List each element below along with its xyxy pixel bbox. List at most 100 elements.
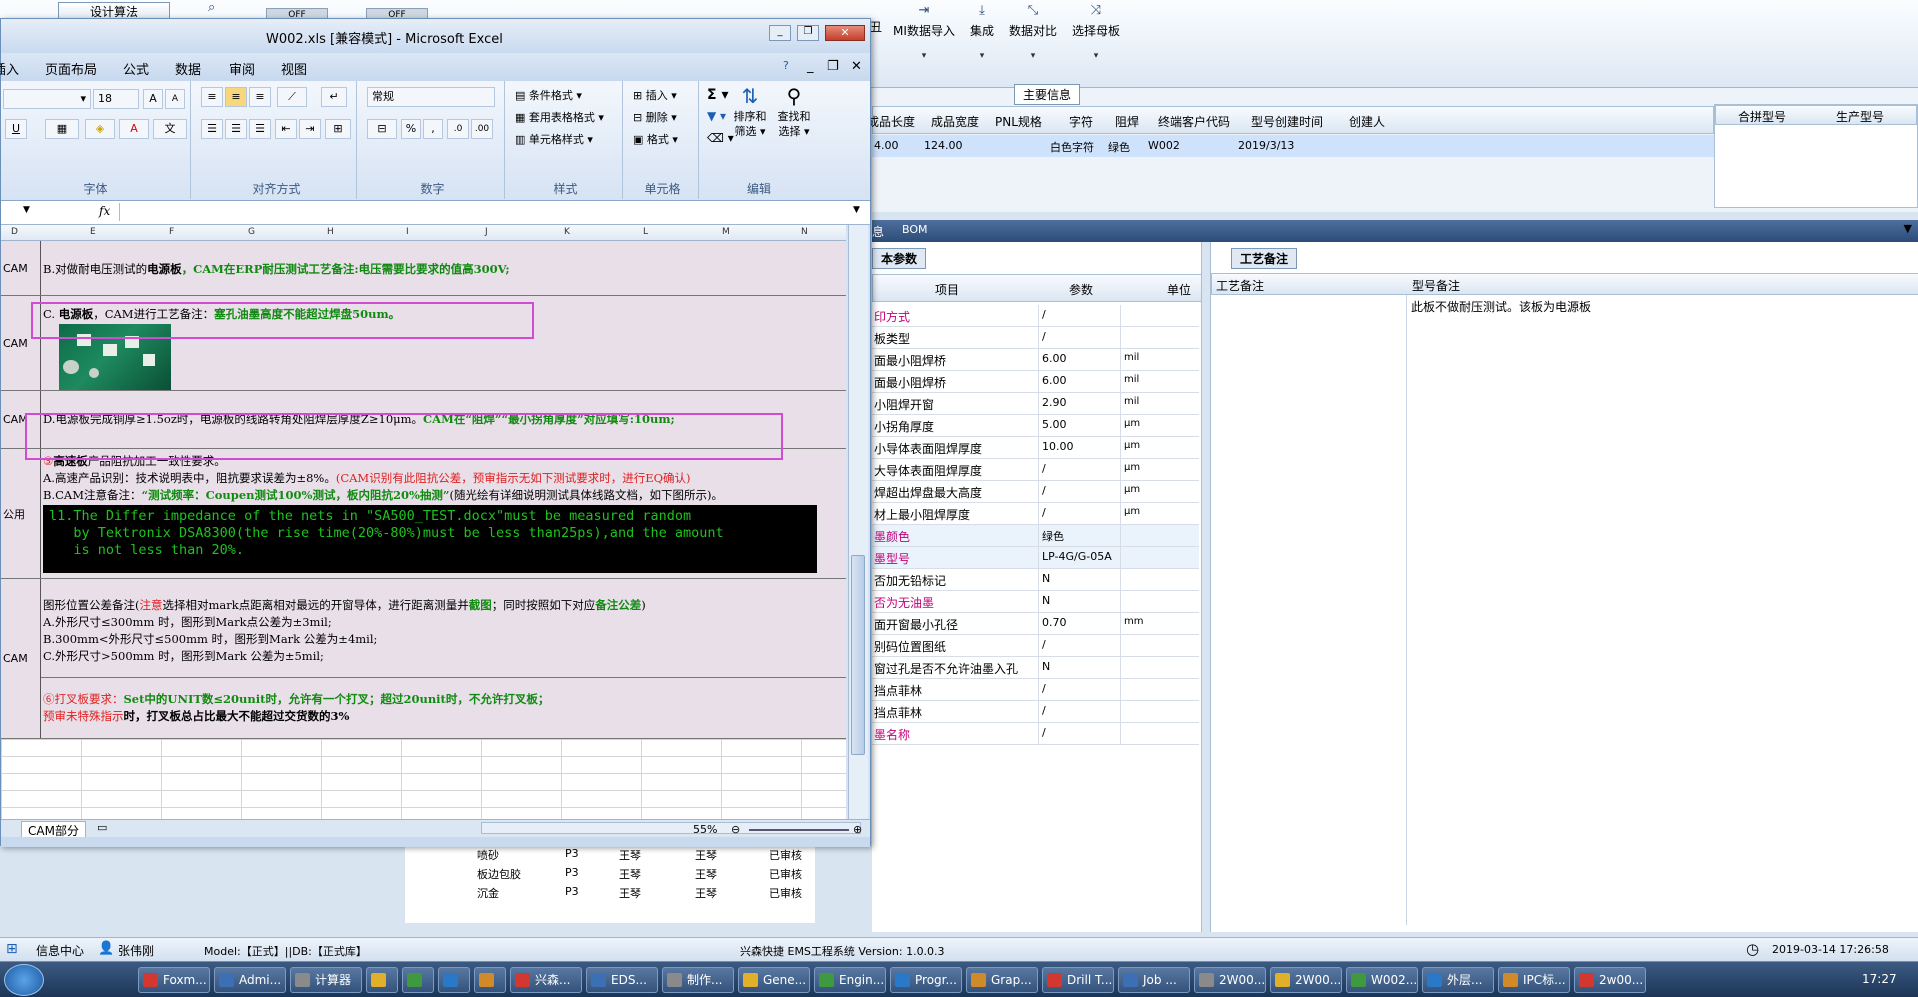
taskbar-item[interactable] bbox=[366, 967, 398, 993]
phonetic-icon[interactable]: 文 bbox=[153, 119, 187, 139]
column-header[interactable]: M bbox=[722, 227, 730, 237]
list-item[interactable]: 沉金 P3 王琴 王琴 已审核 bbox=[405, 883, 815, 901]
new-sheet-icon[interactable]: ▭ bbox=[97, 821, 107, 834]
param-value[interactable]: / bbox=[1042, 704, 1046, 717]
column-header[interactable]: J bbox=[485, 227, 488, 237]
column-header[interactable]: F bbox=[169, 227, 174, 237]
increase-decimal-icon[interactable]: .0 bbox=[447, 119, 469, 139]
fill-icon[interactable]: ▼ ▾ bbox=[707, 109, 726, 123]
param-value[interactable]: / bbox=[1042, 682, 1046, 695]
minimize-icon[interactable]: _ bbox=[769, 25, 791, 41]
param-row[interactable]: 墨颜色 绿色 bbox=[872, 525, 1199, 547]
number-format-box[interactable]: 常规 bbox=[367, 87, 495, 107]
collapse-arrow-icon[interactable]: ▼ bbox=[1904, 222, 1912, 235]
find-select-button[interactable]: ⚲ 查找和 选择 ▾ bbox=[773, 83, 815, 139]
menu-page-layout[interactable]: 页面布局 bbox=[45, 59, 97, 78]
column-header[interactable]: D bbox=[11, 227, 18, 237]
sheet-row-5[interactable]: CAM 图形位置公差备注(注意选择相对mark点距离相对最远的开窗导体，进行距离… bbox=[1, 579, 846, 739]
integrate-button[interactable]: ⤓ 集成 ▾ bbox=[964, 4, 1000, 62]
conditional-format-button[interactable]: ▤ 条件格式 ▾ bbox=[515, 87, 582, 103]
list-item[interactable]: 喷砂 P3 王琴 王琴 已审核 bbox=[405, 845, 815, 863]
taskbar-item[interactable]: Grap... bbox=[966, 967, 1038, 993]
menu-formulas[interactable]: 公式 bbox=[123, 59, 149, 78]
data-compare-button[interactable]: ⤡ 数据对比 ▾ bbox=[1008, 4, 1058, 62]
ribbon-close-icon[interactable]: ✕ bbox=[851, 59, 862, 74]
basic-params-tab[interactable]: 本参数 bbox=[872, 248, 927, 269]
param-row[interactable]: 印方式 / bbox=[872, 305, 1199, 327]
align-right-icon[interactable]: ☰ bbox=[249, 119, 271, 139]
process-notes-tab[interactable]: 工艺备注 bbox=[1231, 248, 1298, 269]
ribbon-minimize-icon[interactable]: _ bbox=[807, 59, 814, 74]
param-value[interactable]: / bbox=[1042, 638, 1046, 651]
model-note-text[interactable]: 此板不做耐压测试。该板为电源板 bbox=[1411, 298, 1591, 315]
taskbar-item[interactable]: EDS... bbox=[586, 967, 658, 993]
align-center-icon[interactable]: ☰ bbox=[225, 119, 247, 139]
align-middle-icon[interactable]: ≡ bbox=[225, 87, 247, 107]
help-icon[interactable]: ? bbox=[783, 59, 789, 72]
cell-style-button[interactable]: ▥ 单元格样式 ▾ bbox=[515, 131, 593, 147]
merge-center-icon[interactable]: ⊞ bbox=[325, 119, 351, 139]
param-row[interactable]: 小拐角厚度 5.00 μm bbox=[872, 415, 1199, 437]
param-value[interactable]: / bbox=[1042, 506, 1046, 519]
horizontal-scrollbar[interactable] bbox=[481, 822, 861, 834]
param-row[interactable]: 窗过孔是否不允许油墨入孔 N bbox=[872, 657, 1199, 679]
param-row[interactable]: 小阻焊开窗 2.90 mil bbox=[872, 393, 1199, 415]
taskbar-item[interactable] bbox=[474, 967, 506, 993]
param-row[interactable]: 小导体表面阻焊厚度 10.00 μm bbox=[872, 437, 1199, 459]
scroll-thumb[interactable] bbox=[851, 555, 865, 755]
param-row[interactable]: 面开窗最小孔径 0.70 mm bbox=[872, 613, 1199, 635]
column-header[interactable]: I bbox=[406, 227, 409, 237]
comma-icon[interactable]: , bbox=[423, 119, 443, 139]
percent-icon[interactable]: % bbox=[401, 119, 421, 139]
taskbar-item[interactable]: 2W00... bbox=[1270, 967, 1342, 993]
mi-import-button[interactable]: ⇥ MI数据导入 ▾ bbox=[893, 4, 955, 62]
start-button[interactable] bbox=[4, 964, 44, 996]
font-color-icon[interactable]: A bbox=[119, 119, 149, 139]
format-cells-button[interactable]: ▣ 格式 ▾ bbox=[633, 131, 678, 147]
align-bottom-icon[interactable]: ≡ bbox=[249, 87, 271, 107]
zoom-out-icon[interactable]: ⊖ bbox=[731, 823, 740, 836]
param-row[interactable]: 面最小阻焊桥 6.00 mil bbox=[872, 371, 1199, 393]
search-icon[interactable]: ⌕ bbox=[208, 0, 215, 15]
insert-cells-button[interactable]: ⊞ 插入 ▾ bbox=[633, 87, 677, 103]
sheet-row-1[interactable]: CAM B.对做耐电压测试的电源板，CAM在ERP耐压测试工艺备注:电压需要比要… bbox=[1, 241, 846, 296]
taskbar-item[interactable]: 2W00... bbox=[1194, 967, 1266, 993]
zoom-level[interactable]: 55% bbox=[693, 823, 717, 836]
taskbar-item[interactable]: Gene... bbox=[738, 967, 810, 993]
tab-bom[interactable]: BOM bbox=[902, 223, 928, 236]
taskbar-item[interactable]: Engin... bbox=[814, 967, 886, 993]
ribbon-restore-icon[interactable]: ❐ bbox=[827, 59, 839, 74]
param-value[interactable]: / bbox=[1042, 308, 1046, 321]
taskbar-item[interactable]: W002... bbox=[1346, 967, 1418, 993]
fx-button[interactable]: fx bbox=[99, 204, 110, 218]
close-icon[interactable]: ✕ bbox=[825, 25, 865, 41]
decrease-decimal-icon[interactable]: .00 bbox=[471, 119, 493, 139]
param-value[interactable]: 6.00 bbox=[1042, 352, 1067, 365]
param-row[interactable]: 墨名称 / bbox=[872, 723, 1199, 745]
underline-icon[interactable]: U bbox=[5, 119, 27, 139]
param-value[interactable]: / bbox=[1042, 330, 1046, 343]
menu-data[interactable]: 数据 bbox=[175, 59, 201, 78]
taskbar-item[interactable]: 外层... bbox=[1422, 967, 1494, 993]
table-format-button[interactable]: ▦ 套用表格格式 ▾ bbox=[515, 109, 604, 125]
tab-info[interactable]: 息 bbox=[872, 223, 884, 240]
autosum-icon[interactable]: Σ ▾ bbox=[707, 87, 728, 103]
taskbar-item[interactable]: Admi... bbox=[214, 967, 286, 993]
taskbar-item[interactable]: Drill T... bbox=[1042, 967, 1114, 993]
worksheet[interactable]: CAM B.对做耐电压测试的电源板，CAM在ERP耐压测试工艺备注:电压需要比要… bbox=[1, 241, 846, 819]
param-row[interactable]: 大导体表面阻焊厚度 / μm bbox=[872, 459, 1199, 481]
param-row[interactable]: 挡点菲林 / bbox=[872, 701, 1199, 723]
param-row[interactable]: 焊超出焊盘最大高度 / μm bbox=[872, 481, 1199, 503]
align-left-icon[interactable]: ☰ bbox=[201, 119, 223, 139]
param-row[interactable]: 墨型号 LP-4G/G-05A bbox=[872, 547, 1199, 569]
param-row[interactable]: 否为无油墨 N bbox=[872, 591, 1199, 613]
param-value[interactable]: / bbox=[1042, 484, 1046, 497]
param-row[interactable]: 挡点菲林 / bbox=[872, 679, 1199, 701]
border-icon[interactable]: ▦ bbox=[45, 119, 79, 139]
zoom-in-icon[interactable]: ⊕ bbox=[853, 823, 862, 836]
decrease-indent-icon[interactable]: ⇤ bbox=[275, 119, 297, 139]
param-row[interactable]: 别码位置图纸 / bbox=[872, 635, 1199, 657]
delete-cells-button[interactable]: ⊟ 删除 ▾ bbox=[633, 109, 677, 125]
font-name-box[interactable]: ▾ bbox=[3, 89, 91, 109]
column-header[interactable]: K bbox=[564, 227, 570, 237]
